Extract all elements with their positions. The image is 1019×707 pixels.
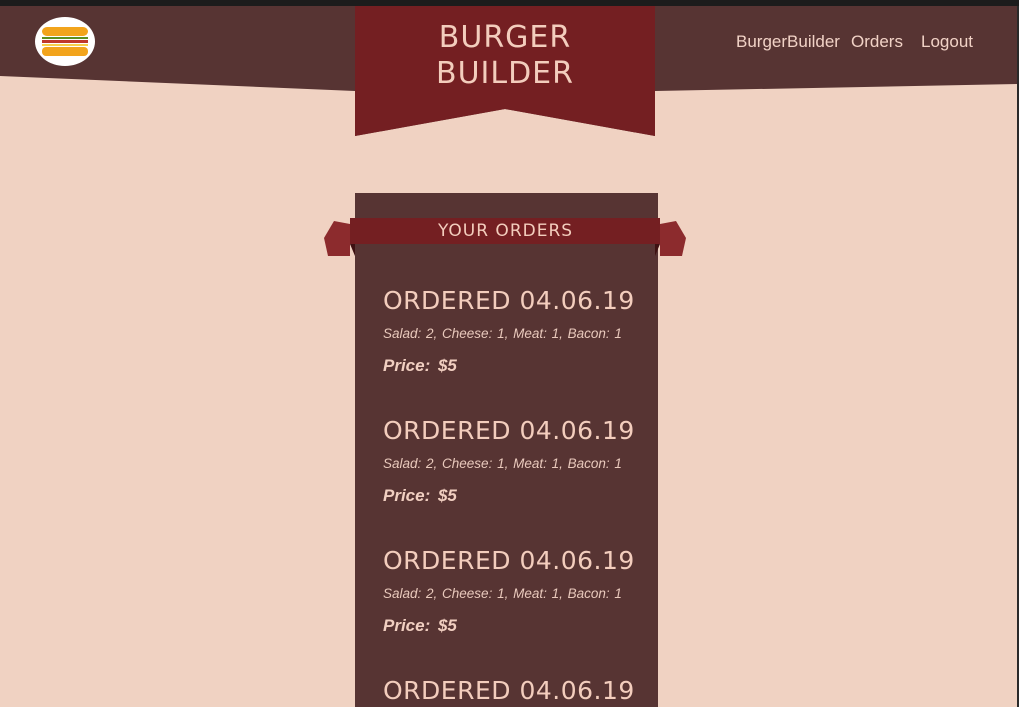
order-title: ORDERED 04.06.19 — [383, 416, 635, 445]
order-price: Price: $5 — [383, 616, 457, 635]
order-item: ORDERED 04.06.19 — [383, 676, 653, 706]
order-ingredients: Salad: 2, Cheese: 1, Meat: 1, Bacon: 1 — [383, 456, 622, 471]
nav-link-burger-builder[interactable]: BurgerBuilder — [736, 31, 840, 53]
order-price: Price: $5 — [383, 486, 457, 505]
order-ingredients: Salad: 2, Cheese: 1, Meat: 1, Bacon: 1 — [383, 586, 622, 601]
order-item: ORDERED 04.06.19 Salad: 2, Cheese: 1, Me… — [383, 286, 653, 376]
order-title: ORDERED 04.06.19 — [383, 546, 635, 575]
order-price: Price: $5 — [383, 356, 457, 375]
order-title: ORDERED 04.06.19 — [383, 286, 635, 315]
order-item: ORDERED 04.06.19 Salad: 2, Cheese: 1, Me… — [383, 546, 653, 636]
order-title: ORDERED 04.06.19 — [383, 676, 635, 705]
orders-heading: YOUR ORDERS — [437, 221, 574, 241]
logo[interactable] — [35, 17, 95, 66]
brand-title: BURGER BUILDER — [355, 20, 655, 92]
burger-icon — [42, 27, 88, 56]
brand-title-line1: BURGER — [438, 20, 572, 55]
order-ingredients: Salad: 2, Cheese: 1, Meat: 1, Bacon: 1 — [383, 326, 622, 341]
order-item: ORDERED 04.06.19 Salad: 2, Cheese: 1, Me… — [383, 416, 653, 506]
page: BURGER BUILDER BurgerBuilder Orders Logo… — [0, 0, 1019, 707]
nav-link-orders[interactable]: Orders — [851, 31, 903, 53]
brand-title-line2: BUILDER — [435, 56, 574, 91]
nav-link-logout[interactable]: Logout — [921, 31, 973, 53]
